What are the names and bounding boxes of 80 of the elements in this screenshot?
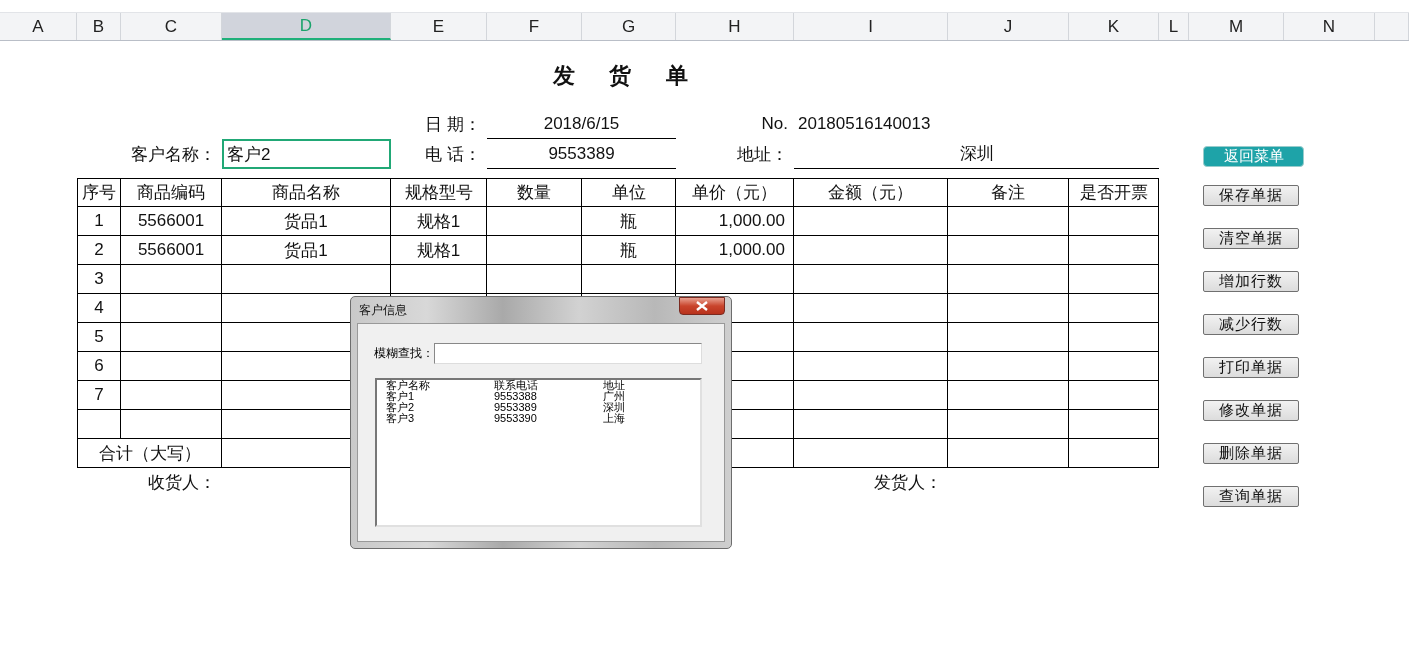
- list-item[interactable]: 9553388: [494, 391, 603, 402]
- table-cell: 6: [77, 352, 121, 381]
- column-header[interactable]: M: [1189, 13, 1284, 40]
- table-cell: [77, 410, 121, 439]
- column-header[interactable]: N: [1284, 13, 1375, 40]
- column-header[interactable]: F: [487, 13, 582, 40]
- total-label: 合计（大写）: [77, 439, 222, 468]
- list-item[interactable]: 广州: [603, 391, 663, 402]
- column-header[interactable]: E: [391, 13, 487, 40]
- column-heading: 商品编码: [121, 178, 222, 207]
- table-cell: 1,000.00: [676, 207, 794, 236]
- field-label: 客户名称：: [130, 143, 217, 166]
- list-item[interactable]: 9553389: [494, 402, 603, 413]
- column-heading: 备注: [948, 178, 1069, 207]
- table-cell: 7: [77, 381, 121, 410]
- table-cell: 规格1: [391, 236, 487, 265]
- table-cell: 5: [77, 323, 121, 352]
- action-button[interactable]: 打印单据: [1203, 357, 1299, 378]
- table-cell: 2: [77, 236, 121, 265]
- order-number: 20180516140013: [797, 113, 932, 135]
- column-heading: 规格型号: [391, 178, 487, 207]
- table-cell: 瓶: [582, 207, 676, 236]
- list-heading: 客户名称: [386, 380, 431, 391]
- action-button[interactable]: 增加行数: [1203, 271, 1299, 292]
- search-field[interactable]: [434, 343, 702, 364]
- table-cell: 货品1: [222, 236, 391, 265]
- close-icon: [695, 301, 709, 311]
- document-title: 发 货 单: [552, 62, 689, 90]
- column-heading: 单价（元）: [676, 178, 794, 207]
- action-button[interactable]: 修改单据: [1203, 400, 1299, 421]
- action-button[interactable]: 减少行数: [1203, 314, 1299, 335]
- table-cell: 1,000.00: [676, 236, 794, 265]
- search-label: 模糊查找：: [374, 345, 434, 362]
- field-label: 日 期：: [424, 113, 482, 136]
- column-heading: 商品名称: [222, 178, 391, 207]
- table-cell: 3: [77, 265, 121, 294]
- column-heading: 金额（元）: [794, 178, 948, 207]
- column-heading: 单位: [582, 178, 676, 207]
- column-header[interactable]: L: [1159, 13, 1189, 40]
- column-heading: 序号: [77, 178, 121, 207]
- table-cell: 瓶: [582, 236, 676, 265]
- column-header[interactable]: I: [794, 13, 948, 40]
- column-heading: 数量: [487, 178, 582, 207]
- list-item[interactable]: 深圳: [603, 402, 663, 413]
- field-label: No.: [760, 113, 789, 135]
- action-button[interactable]: 删除单据: [1203, 443, 1299, 464]
- dialog-title: 客户信息: [358, 301, 407, 319]
- list-heading: 联系电话: [494, 380, 539, 391]
- table-cell: 5566001: [121, 236, 222, 265]
- table-cell: 5566001: [121, 207, 222, 236]
- table-cell: 货品1: [222, 207, 391, 236]
- list-item[interactable]: 客户3: [386, 413, 494, 424]
- column-header[interactable]: B: [77, 13, 121, 40]
- table-cell: 4: [77, 294, 121, 323]
- column-header[interactable]: K: [1069, 13, 1159, 40]
- signature-label: 发货人：: [873, 472, 943, 494]
- address-value: 深圳: [794, 139, 1159, 169]
- list-item[interactable]: 客户1: [386, 391, 494, 402]
- action-button[interactable]: 保存单据: [1203, 185, 1299, 206]
- column-header[interactable]: A: [0, 13, 77, 40]
- action-button[interactable]: 清空单据: [1203, 228, 1299, 249]
- customer-list[interactable]: 客户名称 联系电话 地址 客户1 9553388 广州 客户2 9553389 深圳 客户3 9553390 上海: [375, 378, 702, 527]
- field-label: 地址：: [736, 143, 789, 166]
- signature-label: 收货人：: [147, 472, 217, 494]
- customer-name-cell[interactable]: 客户2: [222, 139, 391, 169]
- column-header[interactable]: J: [948, 13, 1069, 40]
- list-item[interactable]: 上海: [603, 413, 663, 424]
- column-header[interactable]: G: [582, 13, 676, 40]
- phone-value: 9553389: [487, 139, 676, 169]
- list-heading: 地址: [603, 380, 626, 391]
- action-button[interactable]: 查询单据: [1203, 486, 1299, 507]
- column-header[interactable]: H: [676, 13, 794, 40]
- column-heading: 是否开票: [1069, 178, 1159, 207]
- list-item[interactable]: 客户2: [386, 402, 494, 413]
- list-item[interactable]: 9553390: [494, 413, 603, 424]
- close-button[interactable]: [679, 297, 725, 315]
- table-cell: 1: [77, 207, 121, 236]
- date-value: 2018/6/15: [487, 109, 676, 139]
- table-cell: 规格1: [391, 207, 487, 236]
- field-label: 电 话：: [424, 143, 482, 166]
